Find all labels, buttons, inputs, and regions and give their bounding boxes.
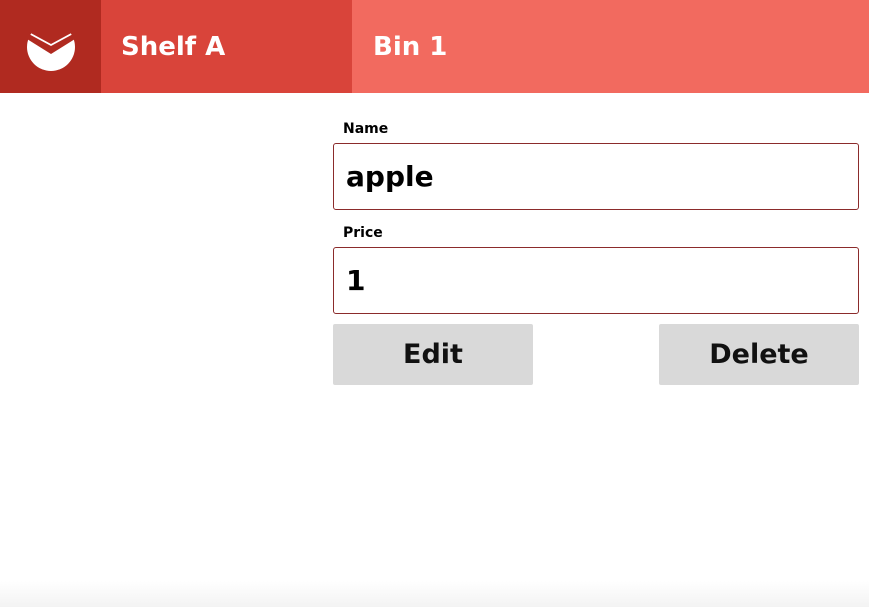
edit-button[interactable]: Edit bbox=[333, 324, 533, 385]
bottom-shadow bbox=[0, 581, 869, 607]
name-input[interactable] bbox=[333, 143, 859, 210]
checkmark-circle-icon bbox=[26, 22, 75, 71]
home-logo-button[interactable] bbox=[0, 0, 101, 93]
price-label: Price bbox=[343, 225, 383, 241]
item-edit-form: Name Price Edit Delete bbox=[333, 118, 859, 385]
action-buttons: Edit Delete bbox=[333, 324, 859, 385]
name-label: Name bbox=[343, 121, 389, 137]
breadcrumb-bin[interactable]: Bin 1 bbox=[352, 0, 869, 93]
price-input[interactable] bbox=[333, 247, 859, 314]
breadcrumb-shelf[interactable]: Shelf A bbox=[101, 0, 352, 93]
delete-button[interactable]: Delete bbox=[659, 324, 859, 385]
top-navigation-bar: Shelf A Bin 1 bbox=[0, 0, 869, 93]
